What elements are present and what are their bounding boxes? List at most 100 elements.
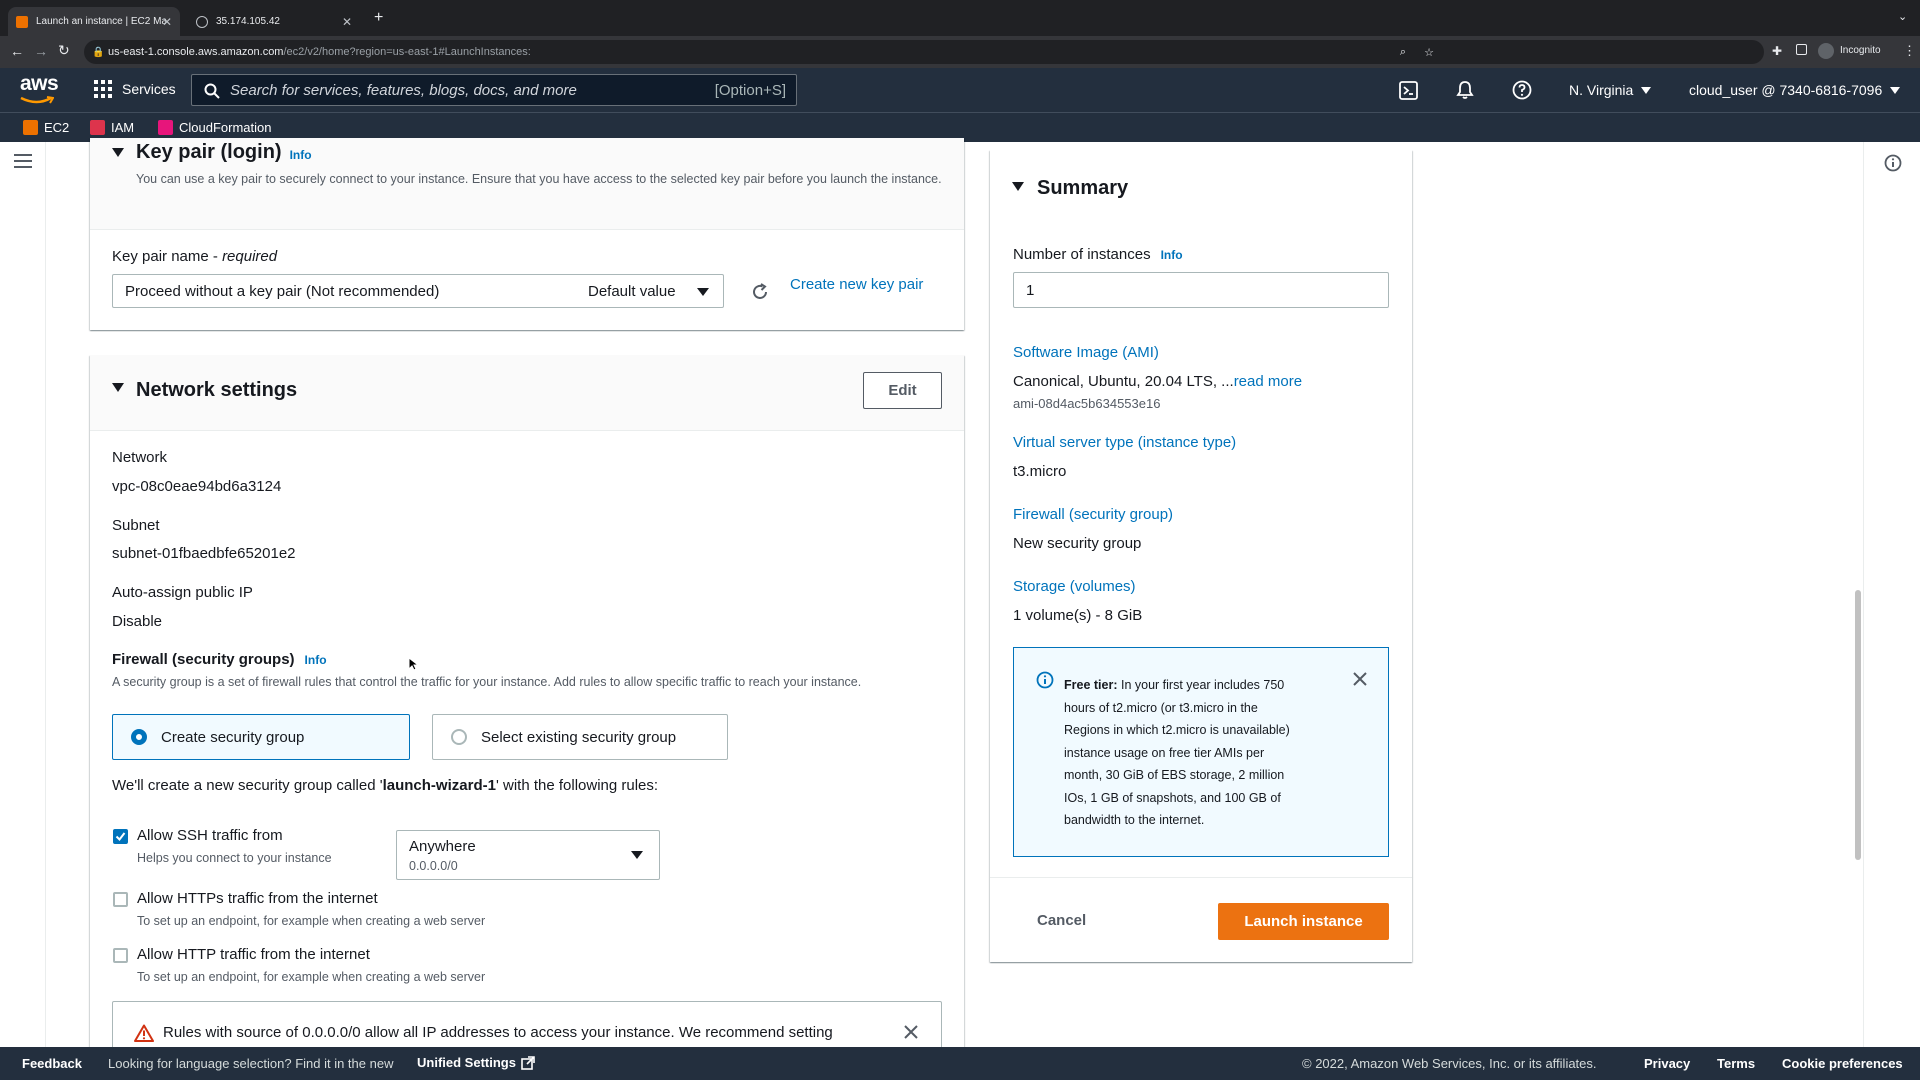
privacy-link[interactable]: Privacy	[1644, 1056, 1690, 1071]
browser-tab-bar: Launch an instance | EC2 Man ✕ 35.174.10…	[0, 0, 1920, 36]
create-group-text: We'll create a new security group called…	[112, 777, 658, 794]
storage-link[interactable]: Storage (volumes)	[1013, 578, 1136, 595]
field-label: Key pair name	[112, 248, 209, 265]
aws-top-nav: aws Services Search for services, featur…	[0, 68, 1920, 112]
url-domain: us-east-1.console.aws.amazon.com	[108, 46, 284, 58]
required-tag: required	[222, 248, 278, 265]
help-icon[interactable]	[1512, 80, 1532, 100]
copyright-text: © 2022, Amazon Web Services, Inc. or its…	[1302, 1056, 1597, 1071]
profile-label[interactable]: Incognito	[1840, 45, 1881, 56]
collapse-caret-icon[interactable]	[112, 383, 124, 392]
close-tab-icon[interactable]: ✕	[342, 15, 352, 29]
tab-search-icon[interactable]: ⌄	[1898, 10, 1907, 23]
create-text-post: ' with the following rules:	[495, 777, 659, 794]
edit-button[interactable]: Edit	[863, 372, 942, 409]
key-pair-select[interactable]: Proceed without a key pair (Not recommen…	[112, 274, 724, 308]
http-checkbox[interactable]	[113, 948, 128, 963]
close-icon[interactable]	[904, 1025, 918, 1039]
create-security-group-option[interactable]: Create security group	[112, 714, 410, 760]
cloudformation-service-icon	[158, 120, 173, 135]
instance-type-link[interactable]: Virtual server type (instance type)	[1013, 434, 1236, 451]
instances-input[interactable]: 1	[1013, 272, 1389, 308]
read-more-link[interactable]: read more	[1234, 373, 1302, 390]
collapse-caret-icon[interactable]	[112, 148, 124, 157]
instance-type-value: t3.micro	[1013, 463, 1067, 480]
search-input[interactable]: Search for services, features, blogs, do…	[191, 74, 797, 106]
key-pair-field-label: Key pair name - required	[112, 248, 278, 265]
section-title: Key pair (login)	[136, 141, 282, 163]
browser-tab-active[interactable]: Launch an instance | EC2 Man ✕	[8, 7, 180, 36]
ssh-source-select[interactable]: Anywhere 0.0.0.0/0	[396, 830, 660, 880]
create-text-pre: We'll create a new security group called…	[112, 777, 383, 794]
feedback-link[interactable]: Feedback	[22, 1056, 82, 1071]
browser-tab[interactable]: 35.174.105.42 ✕	[188, 7, 360, 36]
external-link-icon	[521, 1055, 535, 1070]
favorite-iam[interactable]: IAM	[90, 120, 134, 135]
search-shortcut: [Option+S]	[714, 81, 786, 99]
account-menu[interactable]: cloud_user @ 7340-6816-7096	[1689, 82, 1901, 98]
close-icon[interactable]	[1353, 672, 1367, 686]
unified-settings-link[interactable]: Unified Settings	[417, 1055, 535, 1070]
grid-icon	[94, 80, 112, 98]
firewall-value: New security group	[1013, 535, 1142, 552]
free-tier-title: Free tier:	[1064, 678, 1118, 692]
back-icon[interactable]: ←	[10, 43, 24, 59]
favorite-cloudformation[interactable]: CloudFormation	[158, 120, 272, 135]
option-label: Create security group	[161, 728, 305, 746]
refresh-icon[interactable]	[750, 282, 770, 302]
network-value: vpc-08c0eae94bd6a3124	[112, 478, 282, 495]
region-selector[interactable]: N. Virginia	[1569, 82, 1652, 98]
instances-label-row: Number of instances Info	[1013, 246, 1183, 263]
firewall-label-row: Firewall (security groups) Info	[112, 651, 327, 668]
address-bar: ← → ↻ 🔒 us-east-1.console.aws.amazon.com…	[0, 36, 1920, 68]
bookmark-star-icon[interactable]: ☆	[1424, 46, 1434, 59]
info-panel-icon[interactable]	[1884, 154, 1902, 172]
cookie-preferences-link[interactable]: Cookie preferences	[1782, 1056, 1903, 1071]
browser-menu-icon[interactable]: ⋮	[1903, 43, 1916, 59]
side-panel-icon[interactable]	[1796, 44, 1807, 55]
aws-logo[interactable]: aws	[20, 72, 59, 96]
terms-link[interactable]: Terms	[1717, 1056, 1755, 1071]
page-scrollbar[interactable]	[1855, 590, 1861, 860]
hamburger-menu-icon[interactable]	[14, 154, 32, 168]
info-link[interactable]: Info	[1161, 248, 1183, 262]
lock-icon: 🔒	[92, 46, 105, 58]
mouse-cursor-icon	[408, 657, 418, 671]
ami-link[interactable]: Software Image (AMI)	[1013, 344, 1159, 361]
select-value: Anywhere	[409, 838, 476, 855]
cancel-button[interactable]: Cancel	[1037, 912, 1086, 929]
favorite-label: EC2	[44, 120, 70, 135]
firewall-label: Firewall (security groups)	[112, 651, 295, 668]
new-tab-icon[interactable]: +	[374, 9, 383, 27]
zoom-icon[interactable]: ⌕	[1400, 46, 1406, 59]
select-existing-security-group-option[interactable]: Select existing security group	[432, 714, 728, 760]
search-placeholder: Search for services, features, blogs, do…	[230, 81, 577, 99]
notifications-bell-icon[interactable]	[1456, 80, 1474, 100]
reload-icon[interactable]: ↻	[58, 42, 70, 59]
close-tab-icon[interactable]: ✕	[162, 15, 172, 29]
ssh-checkbox[interactable]	[113, 829, 128, 844]
extensions-icon[interactable]: ✚	[1772, 44, 1782, 58]
info-link[interactable]: Info	[290, 148, 312, 162]
search-icon	[204, 83, 220, 99]
console-footer: Feedback Looking for language selection?…	[0, 1047, 1920, 1080]
favorite-ec2[interactable]: EC2	[23, 120, 69, 135]
free-tier-body: In your first year includes 750 hours of…	[1064, 678, 1290, 827]
rule-help: Helps you connect to your instance	[137, 851, 332, 865]
collapse-caret-icon[interactable]	[1012, 182, 1024, 191]
instances-label: Number of instances	[1013, 246, 1151, 263]
select-tag: Default value	[588, 283, 676, 300]
forward-icon[interactable]: →	[34, 43, 48, 59]
https-checkbox[interactable]	[113, 892, 128, 907]
cloudshell-icon[interactable]	[1399, 81, 1418, 100]
section-title: Network settings	[136, 379, 298, 401]
firewall-link[interactable]: Firewall (security group)	[1013, 506, 1173, 523]
launch-instance-button[interactable]: Launch instance	[1218, 903, 1389, 940]
create-key-pair-link[interactable]: Create new key pair	[790, 276, 923, 293]
subnet-label: Subnet	[112, 517, 160, 534]
info-link[interactable]: Info	[305, 653, 327, 667]
ami-value-row: Canonical, Ubuntu, 20.04 LTS, ...read mo…	[1013, 373, 1302, 390]
summary-panel: Summary Number of instances Info 1 Softw…	[990, 150, 1412, 962]
url-field[interactable]: 🔒 us-east-1.console.aws.amazon.com/ec2/v…	[84, 40, 1764, 64]
services-menu[interactable]: Services	[94, 80, 176, 98]
